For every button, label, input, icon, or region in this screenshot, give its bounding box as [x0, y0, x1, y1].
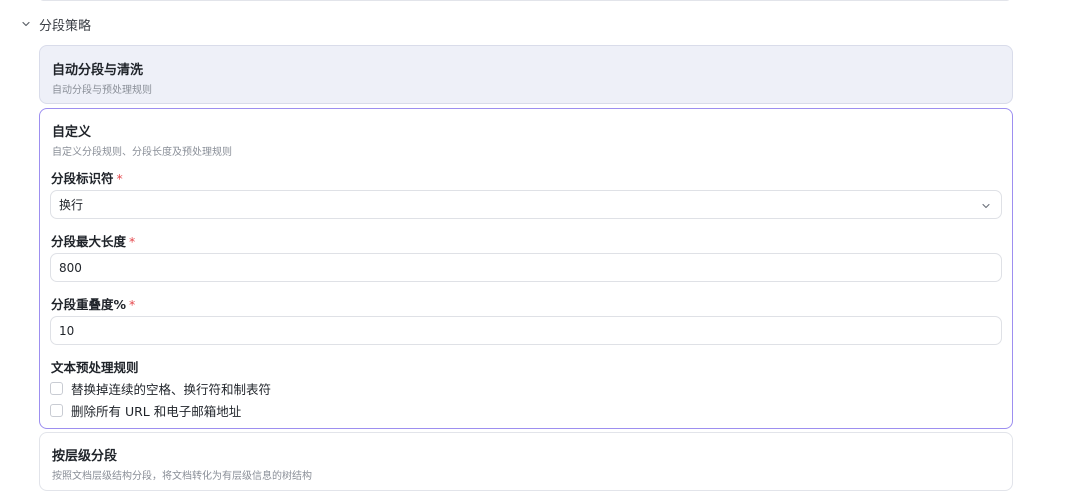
rule-label: 替换掉连续的空格、换行符和制表符: [71, 382, 272, 397]
section-title: 分段策略: [39, 18, 92, 34]
previous-card-edge: [39, 0, 1011, 1]
option-title: 自定义: [52, 125, 92, 140]
preprocess-label: 文本预处理规则: [51, 360, 139, 375]
segment-strategy-header[interactable]: 分段策略: [20, 14, 91, 34]
option-title: 按层级分段: [52, 449, 118, 464]
checkbox[interactable]: [50, 382, 63, 395]
checkbox[interactable]: [50, 404, 63, 417]
option-description: 自定义分段规则、分段长度及预处理规则: [52, 147, 232, 158]
custom-segment-option[interactable]: 自定义 自定义分段规则、分段长度及预处理规则 分段标识符 * 换行 分段最大长度 *…: [39, 108, 1013, 429]
separator-select-value: 换行: [59, 198, 84, 212]
required-mark: *: [116, 171, 123, 186]
max-length-label-text: 分段最大长度: [51, 234, 127, 249]
overlap-label-text: 分段重叠度%: [51, 297, 127, 312]
overlap-input[interactable]: 10: [50, 316, 1002, 345]
rule-label: 删除所有 URL 和电子邮箱地址: [71, 404, 242, 419]
separator-label-text: 分段标识符: [51, 171, 114, 186]
chevron-down-icon: [981, 200, 991, 210]
overlap-label: 分段重叠度% *: [51, 294, 135, 313]
separator-label: 分段标识符 *: [51, 168, 123, 187]
overlap-value: 10: [59, 323, 75, 338]
option-description: 自动分段与预处理规则: [52, 85, 152, 96]
option-title: 自动分段与清洗: [52, 63, 144, 78]
required-mark: *: [129, 297, 136, 312]
max-length-label: 分段最大长度 *: [51, 231, 135, 250]
max-length-value: 800: [59, 260, 82, 275]
separator-select[interactable]: 换行: [50, 190, 1002, 219]
auto-segment-option[interactable]: 自动分段与清洗 自动分段与预处理规则: [39, 45, 1013, 104]
max-length-input[interactable]: 800: [50, 253, 1002, 282]
required-mark: *: [129, 234, 136, 249]
chevron-down-icon: [20, 18, 32, 30]
hierarchy-segment-option[interactable]: 按层级分段 按照文档层级结构分段，将文档转化为有层级信息的树结构: [39, 432, 1013, 491]
rule-remove-urls-emails[interactable]: 删除所有 URL 和电子邮箱地址: [50, 401, 241, 420]
rule-replace-whitespace[interactable]: 替换掉连续的空格、换行符和制表符: [50, 379, 271, 398]
option-description: 按照文档层级结构分段，将文档转化为有层级信息的树结构: [52, 471, 312, 482]
